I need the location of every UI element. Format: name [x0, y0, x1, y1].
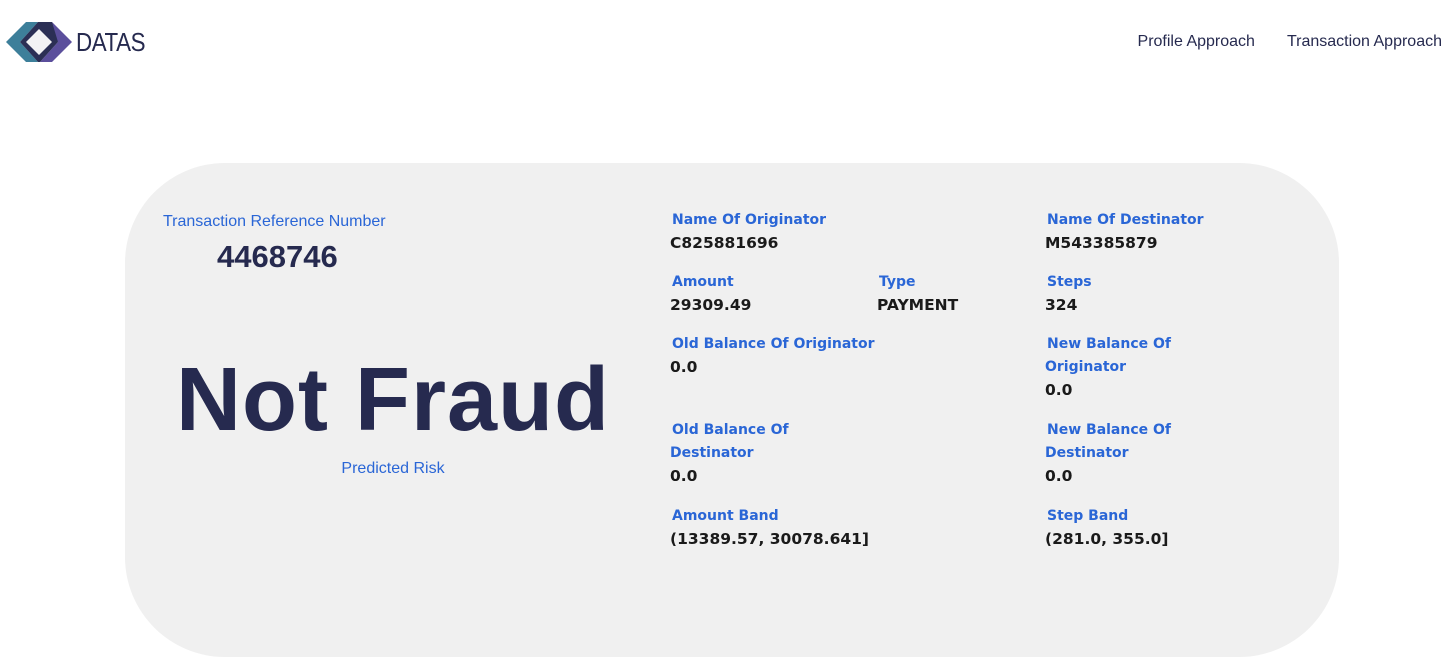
name-originator-value: C825881696 — [670, 234, 779, 252]
old-balance-originator-value: 0.0 — [670, 358, 698, 376]
amount-band-label: Amount Band — [672, 508, 779, 524]
type-value: PAYMENT — [877, 296, 959, 314]
prediction-verdict: Not Fraud — [176, 350, 610, 450]
amount-band-value: (13389.57, 30078.641] — [670, 530, 870, 548]
new-balance-destinator-label-line1: New Balance Of — [1047, 422, 1172, 438]
steps-value: 324 — [1045, 296, 1078, 314]
amount-value: 29309.49 — [670, 296, 752, 314]
prediction-label: Predicted Risk — [341, 460, 445, 477]
reference-number-value: 4468746 — [217, 239, 338, 274]
old-balance-originator-label: Old Balance Of Originator — [672, 336, 875, 352]
logo[interactable]: DATAS — [6, 21, 156, 63]
result-card: Transaction Reference Number 4468746 Not… — [125, 163, 1339, 657]
step-band-value: (281.0, 355.0] — [1045, 530, 1169, 548]
step-band-label: Step Band — [1047, 508, 1129, 524]
header: DATAS Profile Approach Transaction Appro… — [0, 0, 1447, 85]
new-balance-originator-label-line1: New Balance Of — [1047, 336, 1172, 352]
old-balance-destinator-value: 0.0 — [670, 467, 698, 485]
main-nav: Profile Approach Transaction Approach — [1138, 33, 1442, 51]
amount-label: Amount — [672, 274, 734, 290]
logo-text: DATAS — [76, 26, 146, 57]
old-balance-destinator-label-line2: Destinator — [670, 445, 754, 461]
new-balance-destinator-label-line2: Destinator — [1045, 445, 1129, 461]
name-destinator-label: Name Of Destinator — [1047, 212, 1204, 228]
steps-label: Steps — [1047, 274, 1092, 290]
logo-icon — [6, 22, 72, 62]
nav-transaction-approach[interactable]: Transaction Approach — [1287, 33, 1442, 51]
new-balance-destinator-value: 0.0 — [1045, 467, 1073, 485]
new-balance-originator-value: 0.0 — [1045, 381, 1073, 399]
name-destinator-value: M543385879 — [1045, 234, 1158, 252]
old-balance-destinator-label-line1: Old Balance Of — [672, 422, 789, 438]
type-label: Type — [879, 274, 916, 290]
name-originator-label: Name Of Originator — [672, 212, 827, 228]
nav-profile-approach[interactable]: Profile Approach — [1138, 33, 1255, 51]
new-balance-originator-label-line2: Originator — [1045, 359, 1127, 375]
reference-number-label: Transaction Reference Number — [163, 213, 386, 230]
